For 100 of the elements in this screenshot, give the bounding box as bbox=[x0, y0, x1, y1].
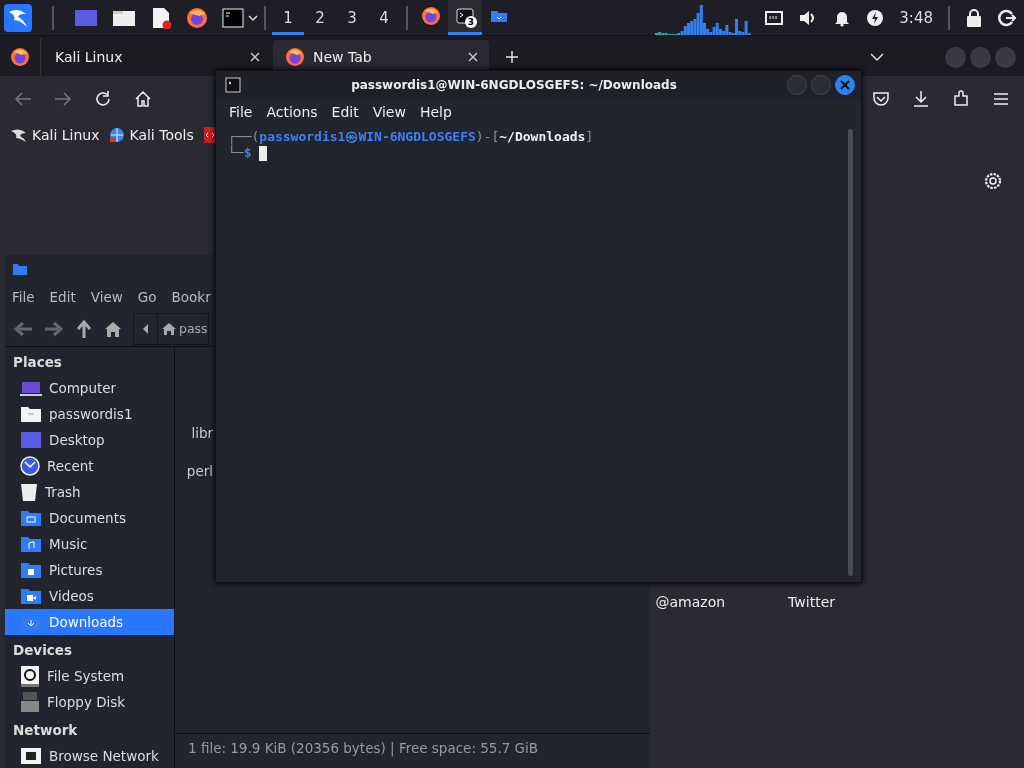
clock-icon bbox=[20, 456, 40, 476]
clock[interactable]: 3:48 bbox=[899, 8, 933, 27]
sidebar-item[interactable]: passwordis1 bbox=[5, 401, 174, 427]
forward-arrow-icon[interactable] bbox=[44, 319, 64, 338]
code-page-icon bbox=[203, 127, 216, 143]
status-bar: 1 file: 19.9 KiB (20356 bytes) | Free space: 55.7 GiB bbox=[175, 733, 650, 762]
puzzle-icon[interactable] bbox=[952, 90, 970, 108]
sidebar-item[interactable]: Floppy Disk bbox=[5, 689, 174, 715]
firefox-icon bbox=[10, 47, 30, 67]
forward-arrow-icon[interactable] bbox=[54, 91, 72, 107]
logout-icon[interactable] bbox=[998, 8, 1016, 27]
menu-item[interactable]: Actions bbox=[266, 104, 318, 120]
menu-item[interactable]: Edit bbox=[331, 104, 359, 120]
sidebar-item[interactable]: Pictures bbox=[5, 557, 174, 583]
prompt-line: └─$ bbox=[228, 145, 252, 161]
terminal-icon bbox=[455, 6, 475, 26]
caret-left-icon bbox=[142, 323, 149, 334]
up-arrow-icon[interactable] bbox=[75, 318, 93, 339]
browser-tab[interactable]: Kali Linux bbox=[43, 40, 271, 74]
firefox-icon bbox=[285, 47, 305, 67]
shortcut-label[interactable]: Twitter bbox=[788, 594, 835, 610]
bookmark-link[interactable]: Kali Linux bbox=[10, 127, 100, 143]
chevron-down-icon[interactable] bbox=[248, 13, 258, 22]
power-icon[interactable] bbox=[866, 8, 885, 27]
trash-icon bbox=[20, 482, 38, 502]
home-icon[interactable] bbox=[134, 90, 152, 108]
floppy-disk-icon bbox=[20, 691, 40, 713]
back-arrow-icon[interactable] bbox=[14, 91, 32, 107]
sidebar-item[interactable]: Trash bbox=[5, 479, 174, 505]
sidebar-heading: Devices bbox=[12, 641, 73, 660]
prompt-line: ┌──(passwordis1㉿WIN-6NGDLOSGEFS)-[~/Downloads] bbox=[228, 129, 594, 145]
shortcut-label[interactable]: @amazon bbox=[655, 594, 726, 610]
bookmark-link[interactable] bbox=[203, 127, 216, 143]
workspace-button[interactable]: 3 bbox=[336, 0, 368, 35]
menu-item[interactable]: Go bbox=[137, 288, 157, 305]
menu-item[interactable]: View bbox=[372, 104, 406, 120]
close-button[interactable] bbox=[835, 75, 855, 95]
settings-icon[interactable] bbox=[984, 172, 1002, 190]
close-icon[interactable] bbox=[467, 51, 479, 63]
lock-icon[interactable] bbox=[965, 7, 983, 28]
menu-item[interactable]: File bbox=[229, 104, 253, 120]
downloads-folder-icon bbox=[20, 613, 42, 631]
kali-dragon-icon[interactable] bbox=[4, 3, 32, 32]
scrollbar[interactable] bbox=[848, 129, 853, 576]
sidebar-item[interactable]: Downloads bbox=[5, 609, 174, 635]
reload-icon[interactable] bbox=[94, 90, 112, 108]
workspace-button[interactable]: 4 bbox=[368, 0, 400, 35]
back-arrow-icon[interactable] bbox=[13, 319, 33, 338]
menu-item[interactable]: Bookr bbox=[171, 288, 211, 305]
text-cursor bbox=[259, 145, 268, 161]
documents-folder-icon bbox=[20, 509, 42, 527]
sidebar-item[interactable]: Recent bbox=[5, 453, 174, 479]
sidebar-heading: Network bbox=[12, 721, 79, 740]
file-name[interactable]: perl bbox=[186, 463, 213, 481]
menu-item[interactable]: Help bbox=[419, 104, 452, 120]
terminal-icon bbox=[225, 77, 241, 93]
firefox-icon[interactable] bbox=[186, 6, 208, 29]
menu-item[interactable]: View bbox=[90, 288, 123, 305]
globe-icon bbox=[109, 127, 126, 143]
download-icon[interactable] bbox=[912, 90, 930, 108]
firefox-icon bbox=[421, 6, 441, 26]
sidebar-item[interactable]: Documents bbox=[5, 505, 174, 531]
close-icon bbox=[840, 80, 850, 90]
terminal-icon[interactable] bbox=[222, 7, 244, 28]
menu-item[interactable]: File bbox=[12, 288, 35, 305]
dragon-icon bbox=[10, 127, 28, 143]
desktop-icon bbox=[20, 431, 42, 449]
folder-icon bbox=[13, 262, 27, 275]
drive-icon bbox=[20, 665, 40, 687]
sidebar-item[interactable]: Desktop bbox=[5, 427, 174, 453]
file-name[interactable]: libr bbox=[191, 425, 213, 443]
monitor-icon bbox=[20, 379, 42, 397]
bookmark-link[interactable]: Kali Tools bbox=[109, 127, 194, 143]
network-drive-icon bbox=[20, 747, 42, 765]
home-icon[interactable] bbox=[104, 319, 122, 338]
network-icon[interactable] bbox=[765, 9, 784, 26]
videos-folder-icon bbox=[20, 587, 42, 605]
chevron-down-icon[interactable] bbox=[869, 52, 885, 62]
home-icon bbox=[162, 321, 176, 336]
sidebar-item[interactable]: Computer bbox=[5, 375, 174, 401]
plus-icon bbox=[505, 50, 519, 64]
menu-icon[interactable] bbox=[992, 91, 1010, 107]
sidebar-item[interactable]: Browse Network bbox=[5, 743, 174, 768]
pictures-folder-icon bbox=[20, 561, 42, 579]
taskbar-button[interactable]: 3 bbox=[448, 0, 482, 35]
workspace-button[interactable]: 1 bbox=[272, 0, 304, 35]
text-editor-icon[interactable] bbox=[150, 6, 172, 29]
window-title: passwordis1@WIN-6NGDLOSGEFS: ~/Downloads bbox=[350, 78, 678, 92]
workspace-button[interactable]: 2 bbox=[304, 0, 336, 35]
desktop-icon[interactable] bbox=[74, 7, 98, 28]
sidebar-item[interactable]: Videos bbox=[5, 583, 174, 609]
menu-item[interactable]: Edit bbox=[49, 288, 76, 305]
sidebar-item[interactable]: File System bbox=[5, 663, 174, 689]
close-icon[interactable] bbox=[249, 51, 261, 63]
sidebar-item[interactable]: Music bbox=[5, 531, 174, 557]
sidebar-heading: Places bbox=[12, 353, 63, 372]
pocket-icon[interactable] bbox=[872, 90, 890, 108]
new-tab-button[interactable] bbox=[505, 50, 519, 64]
count-badge: 3 bbox=[465, 16, 477, 28]
music-folder-icon bbox=[20, 535, 42, 553]
